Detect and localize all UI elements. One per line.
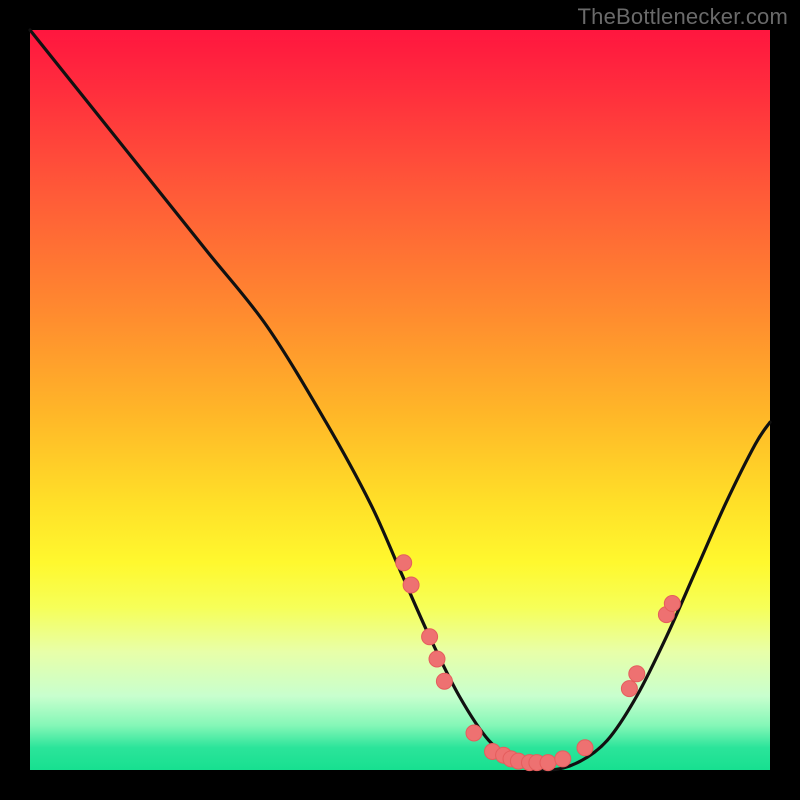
data-point (664, 596, 680, 612)
chart-frame: TheBottlenecker.com (0, 0, 800, 800)
bottleneck-curve (30, 30, 770, 770)
chart-svg (30, 30, 770, 770)
data-point (629, 666, 645, 682)
data-point (429, 651, 445, 667)
data-point (436, 673, 452, 689)
data-point (540, 755, 556, 771)
data-point (403, 577, 419, 593)
data-point (466, 725, 482, 741)
data-point (621, 681, 637, 697)
scatter-dots (396, 555, 681, 771)
data-point (577, 740, 593, 756)
data-point (422, 629, 438, 645)
data-point (396, 555, 412, 571)
attribution-text: TheBottlenecker.com (578, 4, 788, 30)
plot-area (30, 30, 770, 770)
data-point (555, 751, 571, 767)
